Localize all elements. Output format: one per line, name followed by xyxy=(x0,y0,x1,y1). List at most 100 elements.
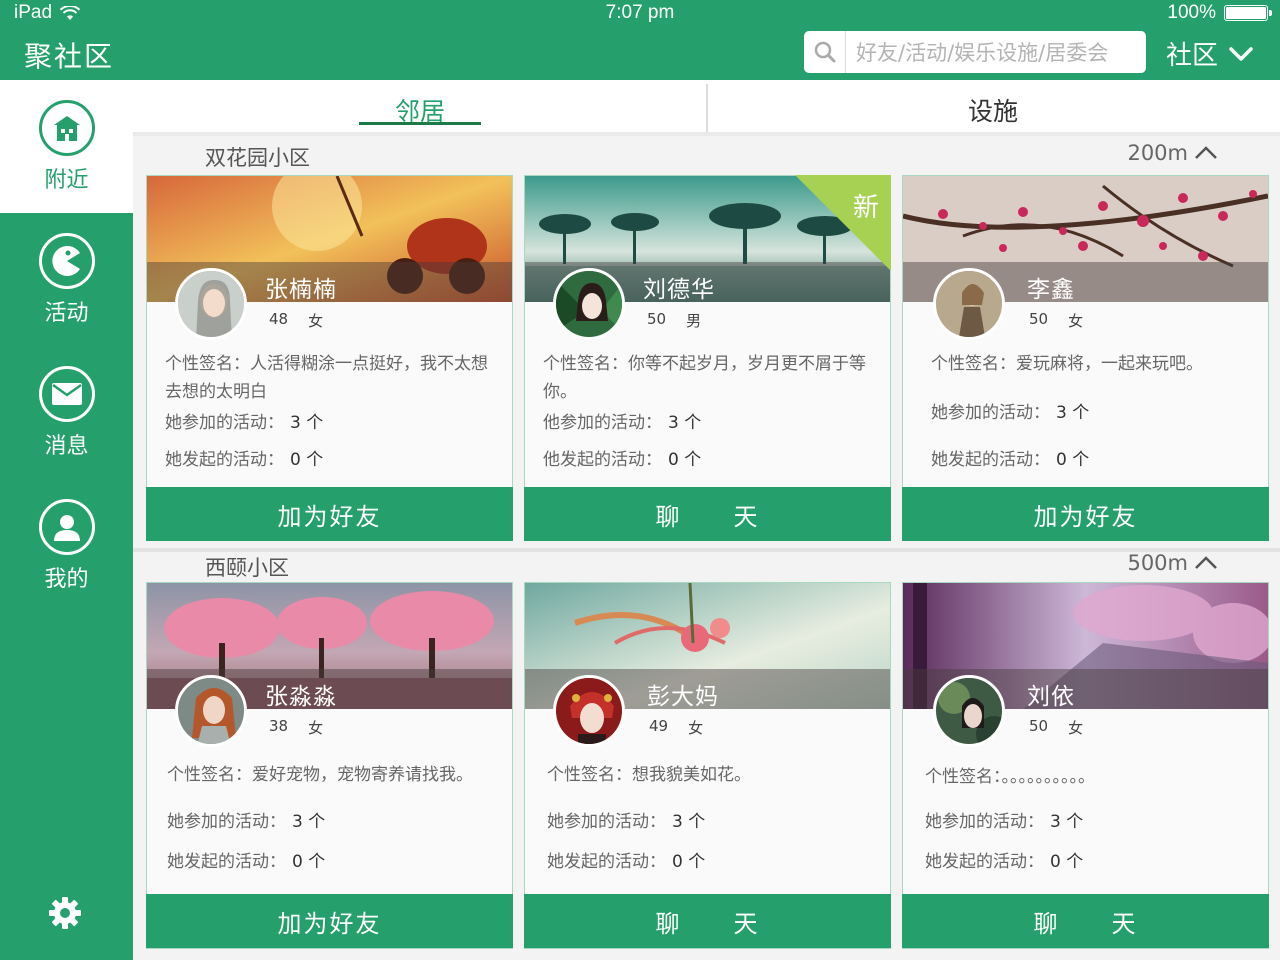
created-count: 0 个 xyxy=(1056,450,1090,470)
neighbor-card: 李鑫 50 女 个性签名：爱玩麻将，一起来玩吧。 她参加的活动： 3 个 她发起的… xyxy=(902,175,1269,541)
neighbor-meta: 38 女 xyxy=(269,717,323,738)
neighbor-name: 张楠楠 xyxy=(265,277,337,303)
gender: 女 xyxy=(308,719,324,737)
joined-label: 她参加的活动： xyxy=(925,812,1044,832)
avatar[interactable] xyxy=(933,675,1005,747)
neighbor-card: 新 刘德华 50 男 个性签名：你等不起岁月，岁月更不屑于等你。 他参加的活动：… xyxy=(524,175,891,541)
search-box[interactable]: 好友/活动/娱乐设施/居委会 xyxy=(804,31,1146,73)
neighbor-meta: 50 男 xyxy=(647,310,701,331)
created-activities: 她发起的活动： 0 个 xyxy=(547,847,705,872)
chat-button[interactable]: 聊 天 xyxy=(524,487,891,541)
signature-text: 爱玩麻将，一起来玩吧。 xyxy=(1016,354,1203,374)
add-friend-button[interactable]: 加为好友 xyxy=(902,487,1269,541)
battery-percent: 100% xyxy=(1167,2,1216,23)
gender: 女 xyxy=(688,719,704,737)
battery-icon xyxy=(1224,5,1272,21)
top-navbar: 聚社区 好友/活动/娱乐设施/居委会 社区 xyxy=(0,25,1280,80)
avatar[interactable] xyxy=(175,268,247,340)
avatar[interactable] xyxy=(933,268,1005,340)
community-dropdown[interactable]: 社区 xyxy=(1166,35,1254,72)
chevron-up-icon xyxy=(1195,146,1217,159)
add-friend-button[interactable]: 加为好友 xyxy=(146,487,513,541)
created-count: 0 个 xyxy=(672,852,706,872)
age: 38 xyxy=(269,717,289,735)
tab-facilities[interactable]: 设施 xyxy=(943,92,1043,128)
joined-count: 3 个 xyxy=(672,812,706,832)
avatar[interactable] xyxy=(175,675,247,747)
neighbor-name: 张淼淼 xyxy=(265,684,337,710)
chat-button[interactable]: 聊 天 xyxy=(524,894,891,948)
tab-underline xyxy=(359,122,481,125)
age: 50 xyxy=(647,310,667,328)
joined-label: 她参加的活动： xyxy=(547,812,666,832)
signature-label: 个性签名： xyxy=(165,354,250,374)
age: 49 xyxy=(649,717,669,735)
neighbor-meta: 50 女 xyxy=(1029,717,1083,738)
sidebar-item-nearby[interactable]: 附近 xyxy=(0,80,133,213)
sidebar-item-messages[interactable]: 消息 xyxy=(0,346,133,479)
neighbor-meta: 49 女 xyxy=(649,717,703,738)
joined-activities: 她参加的活动： 3 个 xyxy=(167,807,325,832)
sidebar-item-label: 活动 xyxy=(44,300,89,326)
sidebar-item-label: 附近 xyxy=(44,167,89,193)
tab-bar: 邻居 设施 xyxy=(133,80,1280,136)
joined-count: 3 个 xyxy=(290,413,324,433)
status-bar: iPad 7:07 pm 100% xyxy=(0,0,1280,25)
neighbor-card: 彭大妈 49 女 个性签名：想我貌美如花。 她参加的活动： 3 个 她发起的活动：… xyxy=(524,582,891,949)
joined-activities: 她参加的活动： 3 个 xyxy=(931,398,1089,423)
avatar[interactable] xyxy=(553,675,625,747)
avatar[interactable] xyxy=(553,268,625,340)
joined-label: 她参加的活动： xyxy=(931,403,1050,423)
signature-label: 个性签名： xyxy=(931,354,1016,374)
section-distance-toggle[interactable]: 500m xyxy=(1127,551,1218,575)
created-count: 0 个 xyxy=(292,852,326,872)
sidebar-item-activities[interactable]: 活动 xyxy=(0,213,133,346)
distance-label: 200m xyxy=(1127,141,1188,165)
tab-divider xyxy=(706,84,708,132)
new-badge: 新 xyxy=(795,175,891,271)
created-activities: 她发起的活动： 0 个 xyxy=(925,847,1083,872)
gear-icon[interactable] xyxy=(47,895,83,931)
joined-activities: 她参加的活动： 3 个 xyxy=(547,807,705,832)
community-label: 社区 xyxy=(1166,41,1219,71)
search-input[interactable]: 好友/活动/娱乐设施/居委会 xyxy=(846,37,1108,67)
sidebar-item-mine[interactable]: 我的 xyxy=(0,479,133,612)
neighbor-meta: 48 女 xyxy=(269,310,323,331)
add-friend-button[interactable]: 加为好友 xyxy=(146,894,513,948)
created-activities: 她发起的活动： 0 个 xyxy=(167,847,325,872)
chevron-down-icon xyxy=(1229,46,1253,61)
created-label: 她发起的活动： xyxy=(167,852,286,872)
signature: 个性签名：想我貌美如花。 xyxy=(547,761,881,789)
signature: 个性签名：。。。。。。。。。。 xyxy=(925,763,1259,791)
user-icon xyxy=(38,498,95,555)
neighbor-name: 彭大妈 xyxy=(647,684,719,710)
joined-label: 他参加的活动： xyxy=(543,413,662,433)
app-title: 聚社区 xyxy=(24,40,115,73)
chat-button[interactable]: 聊 天 xyxy=(902,894,1269,948)
joined-activities: 她参加的活动： 3 个 xyxy=(165,408,323,433)
created-activities: 他发起的活动： 0 个 xyxy=(543,445,701,470)
section-header: 西颐小区 500m xyxy=(133,546,1280,584)
created-count: 0 个 xyxy=(668,450,702,470)
joined-count: 3 个 xyxy=(292,812,326,832)
created-label: 他发起的活动： xyxy=(543,450,662,470)
signature-label: 个性签名： xyxy=(925,767,1002,787)
neighbor-name: 李鑫 xyxy=(1027,277,1075,303)
age: 48 xyxy=(269,310,289,328)
sidebar-item-label: 消息 xyxy=(44,433,89,459)
created-activities: 她发起的活动： 0 个 xyxy=(931,445,1089,470)
section-name: 西颐小区 xyxy=(205,556,289,580)
created-count: 0 个 xyxy=(290,450,324,470)
section-distance-toggle[interactable]: 200m xyxy=(1127,141,1218,165)
joined-label: 她参加的活动： xyxy=(167,812,286,832)
pacman-icon xyxy=(38,232,95,289)
signature: 个性签名：爱好宠物，宠物寄养请找我。 xyxy=(167,761,501,789)
signature: 个性签名：爱玩麻将，一起来玩吧。 xyxy=(931,350,1265,378)
gender: 男 xyxy=(686,312,702,330)
tab-label: 设施 xyxy=(967,97,1018,126)
tab-neighbors[interactable]: 邻居 xyxy=(359,92,481,128)
joined-count: 3 个 xyxy=(668,413,702,433)
distance-label: 500m xyxy=(1127,551,1188,575)
signature-label: 个性签名： xyxy=(167,765,252,785)
search-icon[interactable] xyxy=(804,31,846,73)
